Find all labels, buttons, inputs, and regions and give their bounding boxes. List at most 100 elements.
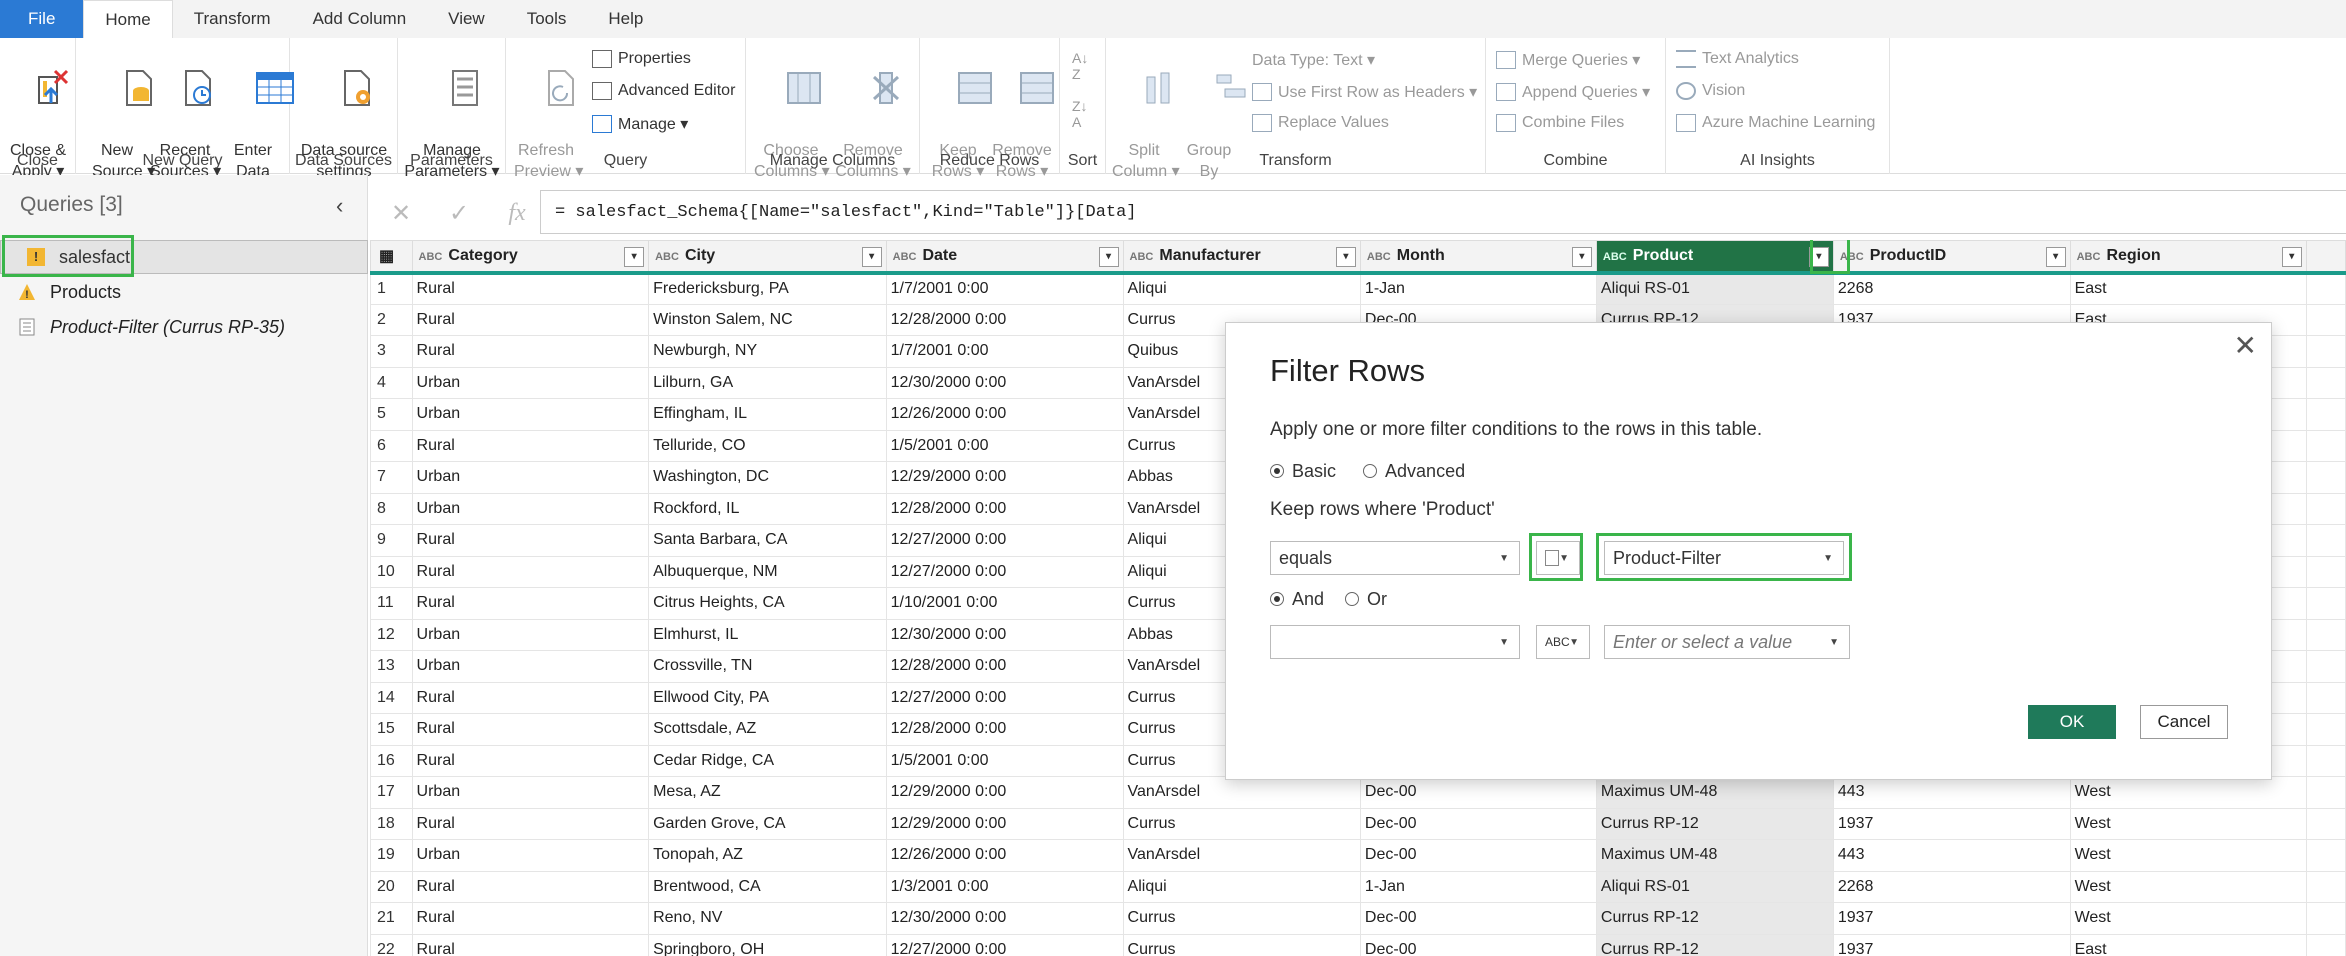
table-cell[interactable]: Newburgh, NY xyxy=(648,335,887,368)
basic-radio[interactable]: Basic xyxy=(1270,461,1336,481)
close-icon[interactable]: ✕ xyxy=(2234,329,2257,362)
and-radio[interactable]: And xyxy=(1270,589,1324,609)
column-header-month[interactable]: ABC Month ▾ xyxy=(1359,240,1597,275)
filter-dropdown-icon[interactable]: ▾ xyxy=(2281,247,2302,267)
query-item-products[interactable]: ! Products xyxy=(0,275,368,309)
table-cell[interactable]: East xyxy=(2069,933,2307,956)
table-cell[interactable]: Mesa, AZ xyxy=(648,776,887,809)
table-cell[interactable]: Cedar Ridge, CA xyxy=(648,744,887,777)
ok-button[interactable]: OK xyxy=(2028,705,2116,739)
cancel-button[interactable]: Cancel xyxy=(2140,705,2228,739)
table-cell[interactable]: Currus RP-12 xyxy=(1595,902,1834,935)
properties-button[interactable]: Properties xyxy=(592,50,691,68)
table-cell[interactable]: 12/30/2000 0:00 xyxy=(885,366,1124,399)
table-cell[interactable]: 443 xyxy=(1832,839,2071,872)
column-header-manufacturer[interactable]: ABC Manufacturer ▾ xyxy=(1122,240,1361,275)
filter-dropdown-icon[interactable]: ▾ xyxy=(1098,247,1119,267)
table-cell[interactable]: Aliqui RS-01 xyxy=(1595,272,1834,305)
table-cell[interactable]: 1937 xyxy=(1832,933,2071,956)
column-header-product[interactable]: ABC Product ▾ xyxy=(1595,240,1834,275)
combine-files-button[interactable]: Combine Files xyxy=(1496,114,1624,132)
table-cell[interactable]: Aliqui xyxy=(1122,272,1361,305)
column-header-productid[interactable]: ABC ProductID ▾ xyxy=(1832,240,2071,275)
table-cell[interactable]: Rural xyxy=(411,744,650,777)
table-cell[interactable]: 1-Jan xyxy=(1359,870,1597,903)
column-header-date[interactable]: ABC Date ▾ xyxy=(885,240,1124,275)
table-cell[interactable]: Rural xyxy=(411,335,650,368)
table-cell[interactable]: 1/3/2001 0:00 xyxy=(885,870,1124,903)
table-cell[interactable]: Rural xyxy=(411,555,650,588)
table-cell[interactable]: Urban xyxy=(411,618,650,651)
advanced-editor-button[interactable]: Advanced Editor xyxy=(592,82,735,100)
table-cell[interactable]: 12/30/2000 0:00 xyxy=(885,902,1124,935)
table-cell[interactable]: 1/7/2001 0:00 xyxy=(885,272,1124,305)
table-cell[interactable]: West xyxy=(2069,870,2307,903)
table-cell[interactable]: Dec-00 xyxy=(1359,902,1597,935)
table-cell[interactable]: Telluride, CO xyxy=(648,429,887,462)
table-cell[interactable]: Garden Grove, CA xyxy=(648,807,887,840)
table-cell[interactable]: Effingham, IL xyxy=(648,398,887,431)
table-cell[interactable]: Currus RP-12 xyxy=(1595,933,1834,956)
operator-select-2[interactable]: ▼ xyxy=(1270,625,1520,659)
filter-dropdown-icon[interactable]: ▾ xyxy=(2045,247,2066,267)
table-cell[interactable]: 12/28/2000 0:00 xyxy=(885,303,1124,336)
table-cell[interactable]: Urban xyxy=(411,461,650,494)
table-cell[interactable]: Lilburn, GA xyxy=(648,366,887,399)
table-cell[interactable]: Santa Barbara, CA xyxy=(648,524,887,557)
table-menu-icon[interactable]: ▦ xyxy=(370,240,413,275)
table-cell[interactable]: 12/29/2000 0:00 xyxy=(885,776,1124,809)
table-cell[interactable]: Rural xyxy=(411,902,650,935)
filter-dropdown-icon[interactable]: ▾ xyxy=(1571,247,1592,267)
table-cell[interactable]: Reno, NV xyxy=(648,902,887,935)
table-cell[interactable]: Urban xyxy=(411,776,650,809)
table-cell[interactable]: Rural xyxy=(411,681,650,714)
table-cell[interactable]: Ellwood City, PA xyxy=(648,681,887,714)
table-cell[interactable]: Urban xyxy=(411,650,650,683)
table-cell[interactable]: Currus xyxy=(1122,902,1361,935)
table-cell[interactable]: 2268 xyxy=(1832,870,2071,903)
commit-formula-icon[interactable]: ✓ xyxy=(430,199,488,228)
table-cell[interactable]: 12/27/2000 0:00 xyxy=(885,933,1124,956)
cancel-formula-icon[interactable]: ✕ xyxy=(372,199,430,228)
table-cell[interactable]: Rural xyxy=(411,713,650,746)
table-cell[interactable]: Urban xyxy=(411,492,650,525)
table-cell[interactable]: Tonopah, AZ xyxy=(648,839,887,872)
table-cell[interactable]: Brentwood, CA xyxy=(648,870,887,903)
tab-add-column[interactable]: Add Column xyxy=(292,0,428,38)
table-cell[interactable]: Rural xyxy=(411,524,650,557)
tab-home[interactable]: Home xyxy=(83,0,173,39)
table-cell[interactable]: Elmhurst, IL xyxy=(648,618,887,651)
filter-dropdown-icon[interactable]: ▾ xyxy=(861,247,882,267)
table-cell[interactable]: 1937 xyxy=(1832,807,2071,840)
tab-tools[interactable]: Tools xyxy=(506,0,588,38)
filter-dropdown-icon[interactable]: ▾ xyxy=(624,247,645,267)
tab-view[interactable]: View xyxy=(427,0,506,38)
table-cell[interactable]: West xyxy=(2069,839,2307,872)
text-analytics-button[interactable]: Text Analytics xyxy=(1676,50,1799,68)
table-cell[interactable]: Rockford, IL xyxy=(648,492,887,525)
table-cell[interactable]: 12/29/2000 0:00 xyxy=(885,807,1124,840)
table-cell[interactable]: Dec-00 xyxy=(1359,839,1597,872)
table-cell[interactable]: 1-Jan xyxy=(1359,272,1597,305)
table-cell[interactable]: 12/26/2000 0:00 xyxy=(885,398,1124,431)
replace-values-button[interactable]: Replace Values xyxy=(1252,114,1389,132)
table-cell[interactable]: Springboro, OH xyxy=(648,933,887,956)
sort-descending-icon[interactable]: Z↓ A xyxy=(1072,98,1088,130)
table-cell[interactable]: Maximus UM-48 xyxy=(1595,776,1834,809)
table-cell[interactable]: 1/10/2001 0:00 xyxy=(885,587,1124,620)
table-cell[interactable]: 12/30/2000 0:00 xyxy=(885,618,1124,651)
column-header-city[interactable]: ABC City ▾ xyxy=(648,240,887,275)
value-input-2[interactable]: Enter or select a value ▼ xyxy=(1604,625,1850,659)
table-cell[interactable]: 12/27/2000 0:00 xyxy=(885,555,1124,588)
operator-select-1[interactable]: equals ▼ xyxy=(1270,541,1520,575)
fx-icon[interactable]: fx xyxy=(488,200,546,227)
sort-ascending-icon[interactable]: A↓ Z xyxy=(1072,50,1088,82)
table-cell[interactable]: Crossville, TN xyxy=(648,650,887,683)
table-cell[interactable]: 12/27/2000 0:00 xyxy=(885,681,1124,714)
vision-button[interactable]: Vision xyxy=(1676,82,1745,100)
table-cell[interactable]: 12/27/2000 0:00 xyxy=(885,524,1124,557)
data-type-button[interactable]: Data Type: Text ▾ xyxy=(1252,50,1375,70)
or-radio[interactable]: Or xyxy=(1345,589,1387,609)
table-cell[interactable]: Rural xyxy=(411,587,650,620)
table-cell[interactable]: Urban xyxy=(411,366,650,399)
